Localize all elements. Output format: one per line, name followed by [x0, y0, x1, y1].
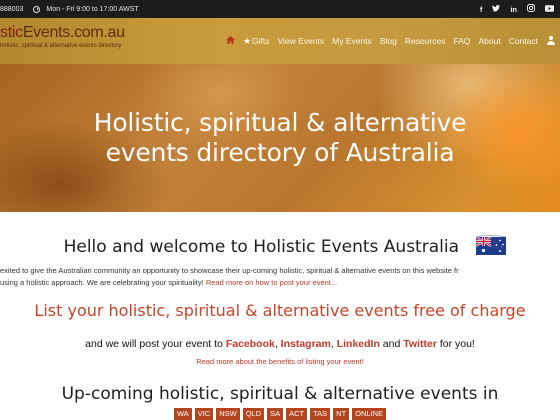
- nav-gifts-label: Gifts: [252, 35, 270, 46]
- home-icon[interactable]: [225, 36, 235, 46]
- twitter-link[interactable]: Twitter: [403, 338, 437, 350]
- state-filter: WA VIC NSW QLD SA ACT TAS NT ONLINE: [0, 408, 560, 420]
- instagram-icon[interactable]: [527, 4, 535, 14]
- post-prefix: and we will post your event to: [85, 338, 223, 350]
- state-online[interactable]: ONLINE: [352, 408, 387, 420]
- main-nav: ★Gifts View Events My Events Blog Resour…: [225, 18, 556, 64]
- contact-info: 888003 Mon - Fri 9:00 to 17:00 AWST: [0, 5, 139, 13]
- welcome-heading: Hello and welcome to Holistic Events Aus…: [0, 234, 560, 258]
- logo-text-part2: Events.com.au: [22, 24, 125, 41]
- listing-benefits-link[interactable]: Read more about the benefits of listing …: [0, 357, 560, 366]
- intro-line2: using a holistic approach. We are celebr…: [0, 278, 204, 287]
- list-events-heading: List your holistic, spiritual & alternat…: [34, 301, 526, 320]
- post-suffix: for you!: [439, 338, 475, 350]
- state-tas[interactable]: TAS: [310, 408, 331, 420]
- linkedin-icon[interactable]: in: [510, 5, 517, 14]
- logo-tagline: holistic, spiritual & alternative events…: [0, 43, 122, 49]
- nav-gifts[interactable]: ★Gifts: [243, 36, 270, 47]
- logo-text-part1: stic: [0, 24, 23, 41]
- instagram-link[interactable]: Instagram: [281, 338, 331, 350]
- state-qld[interactable]: QLD: [242, 408, 265, 420]
- facebook-link[interactable]: Facebook: [226, 338, 275, 350]
- state-act[interactable]: ACT: [286, 408, 308, 420]
- post-and: and: [382, 338, 401, 350]
- nav-resources[interactable]: Resources: [405, 36, 446, 46]
- social-links: f in: [480, 0, 554, 18]
- state-wa[interactable]: WA: [173, 408, 192, 420]
- hero-title: Holistic, spiritual & alternative events…: [0, 108, 560, 168]
- nav-faq[interactable]: FAQ: [453, 36, 470, 46]
- business-hours: Mon - Fri 9:00 to 17:00 AWST: [46, 5, 139, 13]
- upcoming-events-heading: Up-coming holistic, spiritual & alternat…: [61, 384, 499, 404]
- welcome-text: Hello and welcome to Holistic Events Aus…: [63, 237, 459, 257]
- social-post-line: and we will post your event to Facebook,…: [85, 338, 475, 350]
- facebook-icon[interactable]: f: [480, 5, 483, 14]
- phone-number[interactable]: 888003: [0, 6, 23, 13]
- star-icon: ★: [242, 35, 252, 46]
- state-nt[interactable]: NT: [333, 408, 350, 420]
- post-event-link[interactable]: Read more on how to post your event...: [206, 278, 337, 287]
- nav-my-events[interactable]: My Events: [332, 36, 372, 46]
- linkedin-link[interactable]: LinkedIn: [337, 338, 380, 350]
- hero-title-line1: Holistic, spiritual & alternative: [93, 108, 467, 137]
- top-bar: 888003 Mon - Fri 9:00 to 17:00 AWST f in: [0, 0, 560, 18]
- nav-blog[interactable]: Blog: [380, 36, 397, 46]
- clock-icon: [33, 5, 41, 13]
- nav-about[interactable]: About: [478, 36, 500, 46]
- intro-paragraph: exited to give the Australian community …: [0, 265, 560, 289]
- state-nsw[interactable]: NSW: [216, 408, 240, 420]
- site-logo[interactable]: sticEvents.com.au holistic, spiritual & …: [0, 24, 125, 49]
- nav-contact[interactable]: Contact: [509, 36, 538, 46]
- twitter-icon[interactable]: [492, 4, 501, 14]
- state-vic[interactable]: VIC: [194, 408, 214, 420]
- hero-title-line2: events directory of Australia: [105, 138, 455, 167]
- youtube-icon[interactable]: [545, 4, 554, 14]
- site-header: sticEvents.com.au holistic, spiritual & …: [0, 18, 560, 64]
- state-sa[interactable]: SA: [267, 408, 284, 420]
- australian-flag-icon: [474, 234, 510, 258]
- nav-view-events[interactable]: View Events: [278, 36, 325, 46]
- user-icon[interactable]: [546, 36, 556, 46]
- hero-banner: Holistic, spiritual & alternative events…: [0, 64, 560, 212]
- intro-line1: exited to give the Australian community …: [0, 266, 459, 275]
